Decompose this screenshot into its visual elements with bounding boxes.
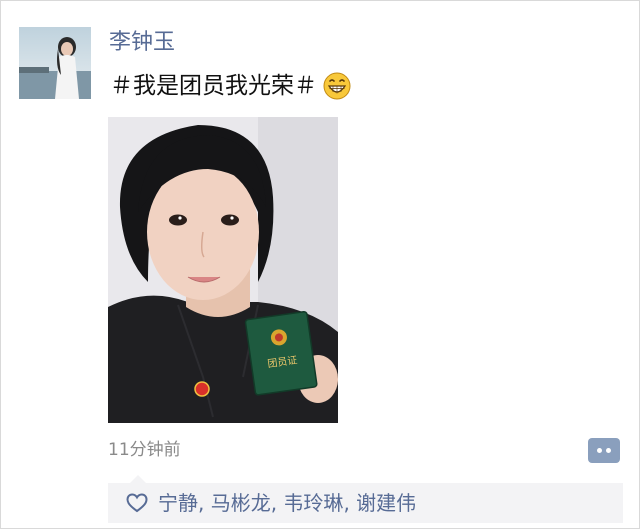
liker-names: 宁静, 马彬龙, 韦玲琳, 谢建伟 [158,488,416,518]
post-timestamp: 11分钟前 [108,440,181,460]
liker-separator: , [343,491,357,515]
post-photo[interactable]: 团员证 [108,117,338,423]
heart-outline-icon [126,493,148,513]
liker-separator: , [198,491,211,515]
grinning-face-icon [323,72,351,100]
liker-separator: , [270,491,284,515]
liker-name[interactable]: 谢建伟 [356,491,416,515]
liker-name[interactable]: 宁静 [158,491,198,515]
liker-name[interactable]: 韦玲琳 [283,491,343,515]
avatar[interactable] [19,27,91,99]
comment-button[interactable] [588,438,620,463]
liker-name[interactable]: 马彬龙 [211,491,271,515]
likes-bar: 宁静, 马彬龙, 韦玲琳, 谢建伟 [108,475,623,523]
author-name[interactable]: 李钟玉 [109,28,175,58]
post-text-content: ＃我是团员我光荣＃ [110,73,317,99]
post-text: ＃我是团员我光荣＃ [110,70,351,102]
